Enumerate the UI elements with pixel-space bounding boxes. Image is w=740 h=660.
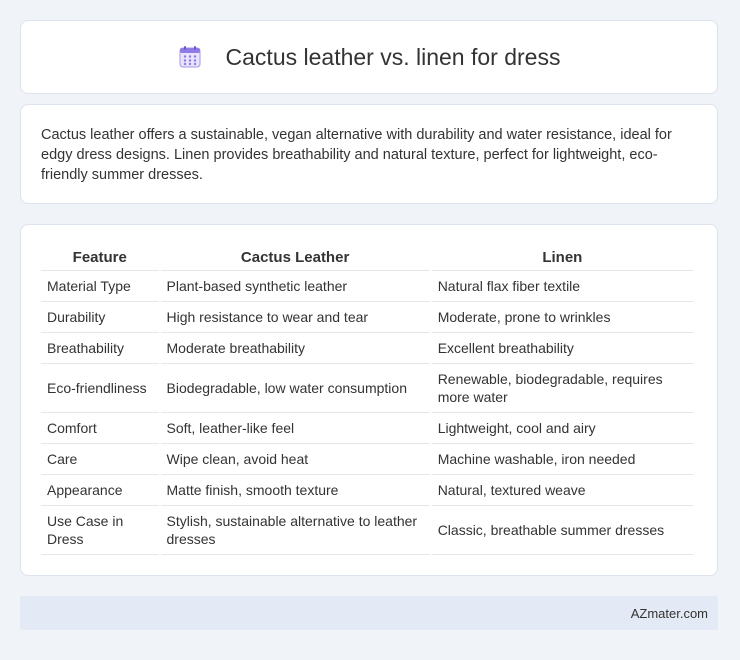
cactus-leather-cell: High resistance to wear and tear bbox=[160, 302, 430, 333]
table-row: Breathability Moderate breathability Exc… bbox=[41, 333, 693, 364]
linen-cell: Moderate, prone to wrinkles bbox=[431, 302, 693, 333]
cactus-leather-cell: Biodegradable, low water consumption bbox=[160, 364, 430, 413]
linen-cell: Natural, textured weave bbox=[431, 475, 693, 506]
feature-cell: Use Case in Dress bbox=[41, 506, 159, 555]
summary-text: Cactus leather offers a sustainable, veg… bbox=[41, 127, 672, 183]
table-row: Material Type Plant-based synthetic leat… bbox=[41, 271, 693, 302]
feature-cell: Care bbox=[41, 444, 159, 475]
cactus-leather-cell: Stylish, sustainable alternative to leat… bbox=[160, 506, 430, 555]
cactus-leather-cell: Moderate breathability bbox=[160, 333, 430, 364]
header-feature: Feature bbox=[41, 247, 159, 271]
cactus-leather-cell: Plant-based synthetic leather bbox=[160, 271, 430, 302]
cactus-leather-cell: Wipe clean, avoid heat bbox=[160, 444, 430, 475]
table-row: Use Case in Dress Stylish, sustainable a… bbox=[41, 506, 693, 555]
comparison-table: Feature Cactus Leather Linen Material Ty… bbox=[39, 247, 695, 555]
title-card: Cactus leather vs. linen for dress bbox=[20, 20, 718, 94]
table-row: Durability High resistance to wear and t… bbox=[41, 302, 693, 333]
feature-cell: Material Type bbox=[41, 271, 159, 302]
page-title: Cactus leather vs. linen for dress bbox=[225, 43, 561, 70]
footer-bar: AZmater.com bbox=[20, 596, 718, 630]
linen-cell: Renewable, biodegradable, requires more … bbox=[431, 364, 693, 413]
calendar-icon bbox=[179, 46, 201, 68]
header-cactus-leather: Cactus Leather bbox=[160, 247, 430, 271]
cactus-leather-cell: Soft, leather-like feel bbox=[160, 413, 430, 444]
linen-cell: Excellent breathability bbox=[431, 333, 693, 364]
header-linen: Linen bbox=[431, 247, 693, 271]
table-header-row: Feature Cactus Leather Linen bbox=[41, 247, 693, 271]
table-row: Care Wipe clean, avoid heat Machine wash… bbox=[41, 444, 693, 475]
footer-brand: AZmater.com bbox=[630, 605, 708, 621]
summary-card: Cactus leather offers a sustainable, veg… bbox=[20, 104, 718, 204]
linen-cell: Classic, breathable summer dresses bbox=[431, 506, 693, 555]
linen-cell: Machine washable, iron needed bbox=[431, 444, 693, 475]
table-row: Appearance Matte finish, smooth texture … bbox=[41, 475, 693, 506]
feature-cell: Comfort bbox=[41, 413, 159, 444]
feature-cell: Durability bbox=[41, 302, 159, 333]
feature-cell: Eco-friendliness bbox=[41, 364, 159, 413]
linen-cell: Lightweight, cool and airy bbox=[431, 413, 693, 444]
feature-cell: Appearance bbox=[41, 475, 159, 506]
comparison-card: Feature Cactus Leather Linen Material Ty… bbox=[20, 224, 718, 576]
table-row: Comfort Soft, leather-like feel Lightwei… bbox=[41, 413, 693, 444]
feature-cell: Breathability bbox=[41, 333, 159, 364]
table-row: Eco-friendliness Biodegradable, low wate… bbox=[41, 364, 693, 413]
cactus-leather-cell: Matte finish, smooth texture bbox=[160, 475, 430, 506]
linen-cell: Natural flax fiber textile bbox=[431, 271, 693, 302]
